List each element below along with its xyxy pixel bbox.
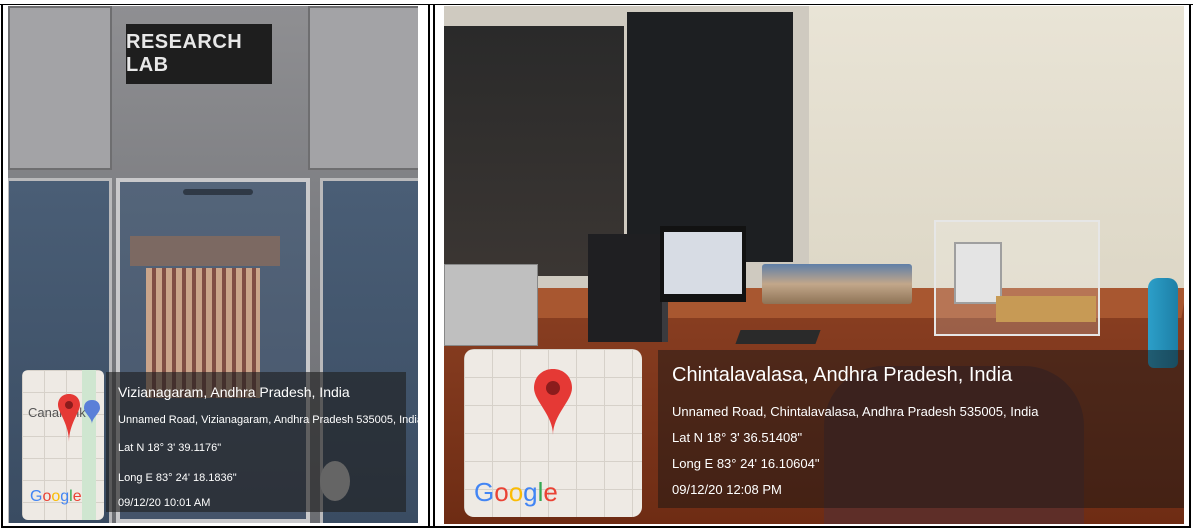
location-title: Vizianagaram, Andhra Pradesh, India	[118, 384, 350, 400]
google-logo: Google	[474, 477, 558, 507]
location-address: Unnamed Road, Vizianagaram, Andhra Prade…	[118, 414, 423, 426]
column-divider-left	[428, 4, 430, 528]
location-datetime: 09/12/20 10:01 AM	[118, 497, 211, 509]
place-marker-icon	[84, 400, 100, 424]
google-logo: Google	[30, 488, 82, 505]
location-overlay: Chintalavalasa, Andhra Pradesh, India Un…	[658, 350, 1184, 508]
location-title: Chintalavalasa, Andhra Pradesh, India	[672, 364, 1013, 386]
map-pin-icon	[58, 394, 80, 442]
location-longitude: Long E 83° 24' 18.1836"	[118, 472, 237, 484]
stack-of-books	[762, 264, 912, 304]
location-address: Unnamed Road, Chintalavalasa, Andhra Pra…	[672, 404, 1039, 419]
column-divider-right	[433, 4, 435, 528]
printer	[444, 264, 538, 346]
location-longitude: Long E 83° 24' 16.10604"	[672, 456, 820, 471]
location-datetime: 09/12/20 12:08 PM	[672, 482, 782, 497]
computer-tower	[588, 234, 668, 342]
cnc-device	[954, 242, 1002, 304]
research-lab-sign: RESEARCH LAB	[126, 24, 272, 84]
location-latitude: Lat N 18° 3' 39.1176"	[118, 442, 222, 454]
map-thumbnail: Canara nk Google	[22, 370, 104, 520]
ceiling-fan	[183, 189, 253, 195]
map-pin-icon	[534, 369, 572, 435]
location-latitude: Lat N 18° 3' 36.51408"	[672, 430, 803, 445]
keyboard	[735, 330, 821, 344]
blackboard	[627, 12, 793, 262]
location-overlay: Vizianagaram, Andhra Pradesh, India Unna…	[106, 372, 423, 512]
map-thumbnail: Google	[464, 349, 642, 517]
